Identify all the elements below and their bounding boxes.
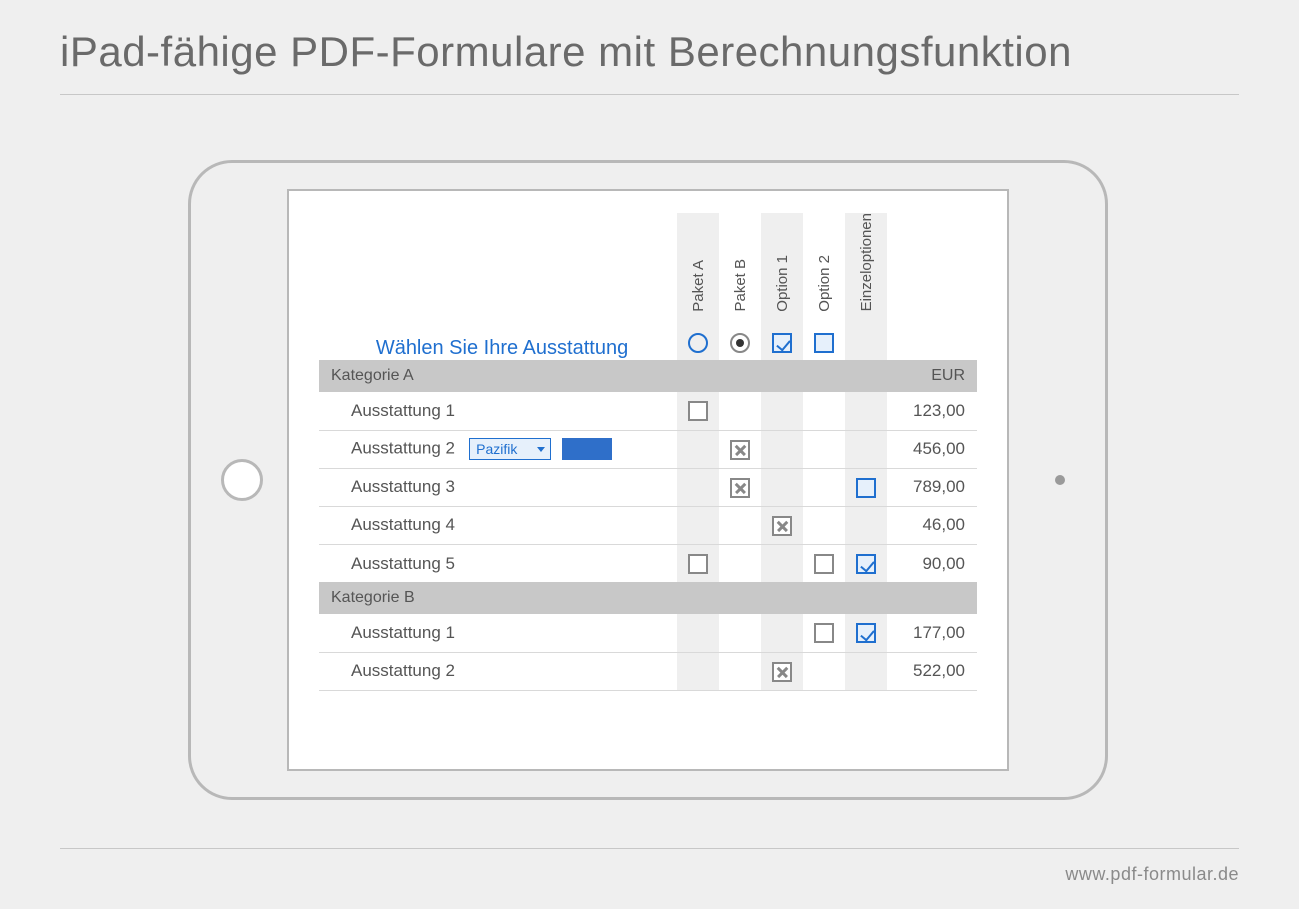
header-option-1: Option 1 (774, 255, 791, 312)
paket-a-radio[interactable] (688, 333, 708, 353)
currency-label: EUR (887, 360, 977, 392)
camera-icon (1055, 475, 1065, 485)
header-einzel: Einzeloptionen (858, 213, 875, 311)
table-row: Ausstattung 3 789,00 (319, 468, 977, 506)
table-row: Ausstattung 4 46,00 (319, 506, 977, 544)
category-row: Kategorie A EUR (319, 360, 977, 392)
price-value: 177,00 (887, 614, 977, 652)
checkbox-x-icon[interactable] (730, 440, 750, 460)
checkbox-check-icon[interactable] (856, 623, 876, 643)
price-value: 522,00 (887, 652, 977, 690)
item-label: Ausstattung 1 (319, 392, 677, 430)
item-label: Ausstattung 2 Pazifik (319, 430, 677, 468)
table-row: Ausstattung 1 177,00 (319, 614, 977, 652)
ipad-screen: Wählen Sie Ihre Ausstattung Paket A Pake… (287, 189, 1009, 771)
table-row: Ausstattung 5 90,00 (319, 544, 977, 582)
home-button-icon (221, 459, 263, 501)
checkbox-icon[interactable] (688, 554, 708, 574)
item-label: Ausstattung 1 (319, 614, 677, 652)
column-headers: Wählen Sie Ihre Ausstattung Paket A Pake… (319, 213, 977, 324)
item-label: Ausstattung 5 (319, 544, 677, 582)
header-option-2: Option 2 (816, 255, 833, 312)
header-paket-a: Paket A (690, 260, 707, 312)
category-row: Kategorie B (319, 582, 977, 614)
instruction-text: Wählen Sie Ihre Ausstattung (319, 336, 677, 360)
page-title: iPad-fähige PDF-Formulare mit Berechnung… (60, 28, 1072, 76)
price-value: 123,00 (887, 392, 977, 430)
checkbox-check-icon[interactable] (856, 554, 876, 574)
color-dropdown[interactable]: Pazifik (469, 438, 551, 460)
item-label: Ausstattung 2 (319, 652, 677, 690)
category-label: Kategorie B (319, 582, 677, 614)
item-label: Ausstattung 3 (319, 468, 677, 506)
checkbox-x-icon[interactable] (730, 478, 750, 498)
paket-b-radio[interactable] (730, 333, 750, 353)
divider-top (60, 94, 1239, 95)
checkbox-x-icon[interactable] (772, 662, 792, 682)
option-2-checkbox[interactable] (814, 333, 834, 353)
divider-bottom (60, 848, 1239, 849)
checkbox-x-icon[interactable] (772, 516, 792, 536)
footer-url: www.pdf-formular.de (1065, 864, 1239, 885)
table-row: Ausstattung 1 123,00 (319, 392, 977, 430)
price-value: 46,00 (887, 506, 977, 544)
header-paket-b: Paket B (732, 259, 749, 312)
checkbox-icon[interactable] (688, 401, 708, 421)
checkbox-icon[interactable] (814, 554, 834, 574)
price-value: 90,00 (887, 544, 977, 582)
price-value: 456,00 (887, 430, 977, 468)
table-row: Ausstattung 2 522,00 (319, 652, 977, 690)
equipment-table: Wählen Sie Ihre Ausstattung Paket A Pake… (319, 213, 977, 691)
checkbox-icon[interactable] (814, 623, 834, 643)
ipad-frame: Wählen Sie Ihre Ausstattung Paket A Pake… (188, 160, 1108, 800)
item-label: Ausstattung 4 (319, 506, 677, 544)
checkbox-icon[interactable] (856, 478, 876, 498)
option-1-checkbox[interactable] (772, 333, 792, 353)
equipment-form: Wählen Sie Ihre Ausstattung Paket A Pake… (289, 191, 1007, 691)
color-swatch (562, 438, 612, 460)
category-label: Kategorie A (319, 360, 677, 392)
table-row: Ausstattung 2 Pazifik 456,00 (319, 430, 977, 468)
price-value: 789,00 (887, 468, 977, 506)
